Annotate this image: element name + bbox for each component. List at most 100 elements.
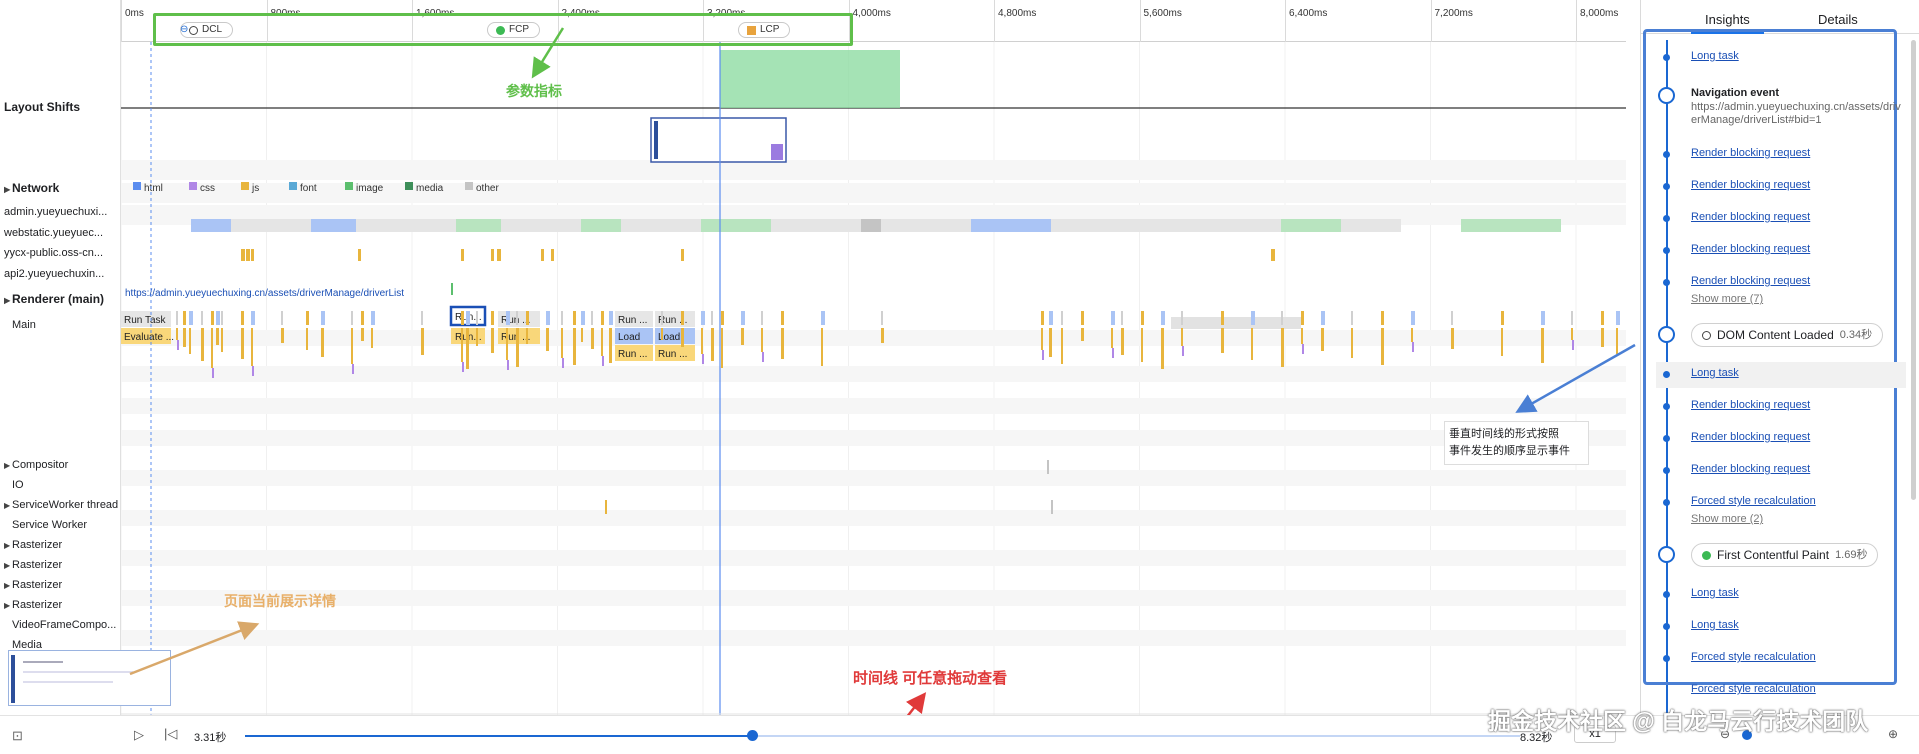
ruler-tick-label: 8,000ms	[1580, 8, 1619, 19]
flame-sliver	[183, 328, 186, 347]
flame-sliver	[1321, 311, 1325, 325]
event-render-blocking-request[interactable]: Render blocking request	[1691, 243, 1810, 255]
renderer-url: https://admin.yueyuechuxing.cn/assets/dr…	[125, 288, 404, 299]
network-request-bar	[771, 219, 861, 232]
network-request-bar	[456, 219, 501, 232]
flame-sliver	[351, 311, 353, 325]
flame-sliver	[281, 328, 284, 343]
flame-sliver	[591, 311, 593, 325]
event-long-task[interactable]: Long task	[1691, 587, 1739, 599]
track-serviceworker-thread[interactable]: ▶ ServiceWorker thread	[4, 499, 120, 511]
track-layout-shifts[interactable]: Layout Shifts	[4, 100, 120, 114]
thumbnail-sidebar	[654, 121, 658, 159]
event-render-blocking-request[interactable]: Render blocking request	[1691, 399, 1810, 411]
event-render-blocking-request[interactable]: Render blocking request	[1691, 463, 1810, 475]
compositor-mark	[1047, 460, 1049, 474]
row-stripe	[121, 590, 1626, 606]
flame-sliver	[1351, 311, 1353, 325]
flame-sliver	[562, 358, 564, 368]
track-network[interactable]: ▶ Network	[4, 181, 120, 195]
lcp-label: LCP	[760, 24, 780, 35]
network-row-3: yycx-public.oss-cn...	[4, 247, 104, 259]
annotation-page-detail: 页面当前展示详情	[224, 593, 336, 609]
annotation-timeline-drag: 时间线 可任意拖动查看	[853, 670, 1008, 687]
track-rasterizer-3[interactable]: ▶ Rasterizer	[4, 579, 120, 591]
event-long-task[interactable]: Long task	[1691, 619, 1739, 631]
event-long-task[interactable]: Long task	[1691, 367, 1739, 379]
legend-label-image: image	[356, 183, 384, 194]
event-navigation-title[interactable]: Navigation event	[1691, 87, 1779, 99]
flame-sliver	[361, 311, 364, 325]
ruler-tick-label: 7,200ms	[1434, 8, 1473, 19]
flame-sliver	[741, 328, 744, 345]
event-render-blocking-request[interactable]: Render blocking request	[1691, 431, 1810, 443]
lcp-marker[interactable]: LCP	[738, 22, 791, 38]
milestone-dom-content-loaded[interactable]: DOM Content Loaded 0.34秒	[1691, 323, 1884, 347]
track-rasterizer-1[interactable]: ▶ Rasterizer	[4, 539, 120, 551]
flame-sliver	[466, 311, 470, 325]
show-more-link[interactable]: Show more (7)	[1691, 293, 1763, 305]
annotation-vertical-line-2: 事件发生的顺序显示事件	[1449, 444, 1570, 457]
event-forced-style-recalculation[interactable]: Forced style recalculation	[1691, 683, 1816, 695]
flame-sliver	[1541, 311, 1545, 325]
play-icon[interactable]: ▷	[134, 727, 144, 743]
flame-sliver	[1121, 328, 1124, 355]
flame-sliver	[306, 311, 309, 325]
panel-scrollbar[interactable]	[1911, 40, 1916, 500]
flame-sliver	[881, 311, 883, 325]
flame-sliver	[177, 340, 179, 350]
track-rasterizer-2[interactable]: ▶ Rasterizer	[4, 559, 120, 571]
flame-sliver	[251, 311, 255, 325]
task-label: Run ...	[618, 315, 647, 326]
event-dot	[1663, 467, 1670, 474]
event-dot	[1663, 247, 1670, 254]
fcp-marker[interactable]: FCP	[487, 22, 540, 38]
flame-sliver	[1081, 311, 1084, 325]
flame-sliver	[1616, 328, 1618, 354]
event-dot	[1663, 435, 1670, 442]
event-render-blocking-request[interactable]: Render blocking request	[1691, 275, 1810, 287]
legend-swatch-font	[289, 182, 297, 190]
milestone-first-contentful-paint[interactable]: First Contentful Paint 1.69秒	[1691, 543, 1879, 567]
event-render-blocking-request[interactable]: Render blocking request	[1691, 179, 1810, 191]
flame-sliver	[1541, 328, 1544, 363]
track-rasterizer-4[interactable]: ▶ Rasterizer	[4, 599, 120, 611]
flame-sliver	[461, 311, 464, 325]
event-long-task[interactable]: Long task	[1691, 50, 1739, 62]
flame-sliver	[1281, 311, 1283, 325]
annotation-vertical-line-1: 垂直时间线的形式按照	[1449, 427, 1559, 440]
track-compositor[interactable]: ▶ Compositor	[4, 459, 120, 471]
network-request-bar	[861, 219, 881, 232]
ruler-tick: 7,200ms	[1430, 0, 1473, 42]
flame-sliver	[702, 354, 704, 364]
show-more-link[interactable]: Show more (2)	[1691, 513, 1763, 525]
task-label: Run ...	[658, 349, 687, 360]
tab-insights[interactable]: Insights	[1691, 12, 1764, 34]
flame-sliver	[1411, 311, 1415, 325]
event-forced-style-recalculation[interactable]: Forced style recalculation	[1691, 651, 1816, 663]
network-request-bar	[1051, 219, 1281, 232]
flame-sliver	[506, 328, 508, 360]
timeline-scrubber-handle[interactable]	[747, 730, 759, 741]
flame-sliver	[321, 311, 325, 325]
event-render-blocking-request[interactable]: Render blocking request	[1691, 147, 1810, 159]
flame-sliver	[601, 328, 603, 356]
flame-sliver	[1161, 328, 1164, 369]
link-icon: ⊖	[180, 24, 189, 35]
flame-sliver	[216, 311, 220, 325]
page-screenshot-thumbnail[interactable]	[8, 650, 171, 706]
flame-sliver	[1061, 311, 1063, 325]
timeline-canvas[interactable]: html css js font image media other https://admi…	[121, 42, 1626, 715]
event-render-blocking-request[interactable]: Render blocking request	[1691, 211, 1810, 223]
track-renderer-main[interactable]: ▶ Renderer (main)	[4, 292, 120, 306]
flame-sliver	[201, 311, 203, 325]
timeline-body[interactable]: html css js font image media other https://admi…	[121, 42, 1626, 715]
tab-details[interactable]: Details	[1818, 12, 1858, 27]
event-forced-style-recalculation[interactable]: Forced style recalculation	[1691, 495, 1816, 507]
skip-to-start-icon[interactable]: |◁	[164, 726, 177, 742]
zoom-in-icon[interactable]: ⊕	[1888, 727, 1898, 741]
layout-shift-block	[720, 50, 900, 108]
track-serviceworker-thread-label: ServiceWorker thread	[12, 499, 119, 511]
screenshot-toggle-icon[interactable]: ⊡	[12, 728, 23, 744]
legend-swatch-css	[189, 182, 197, 190]
